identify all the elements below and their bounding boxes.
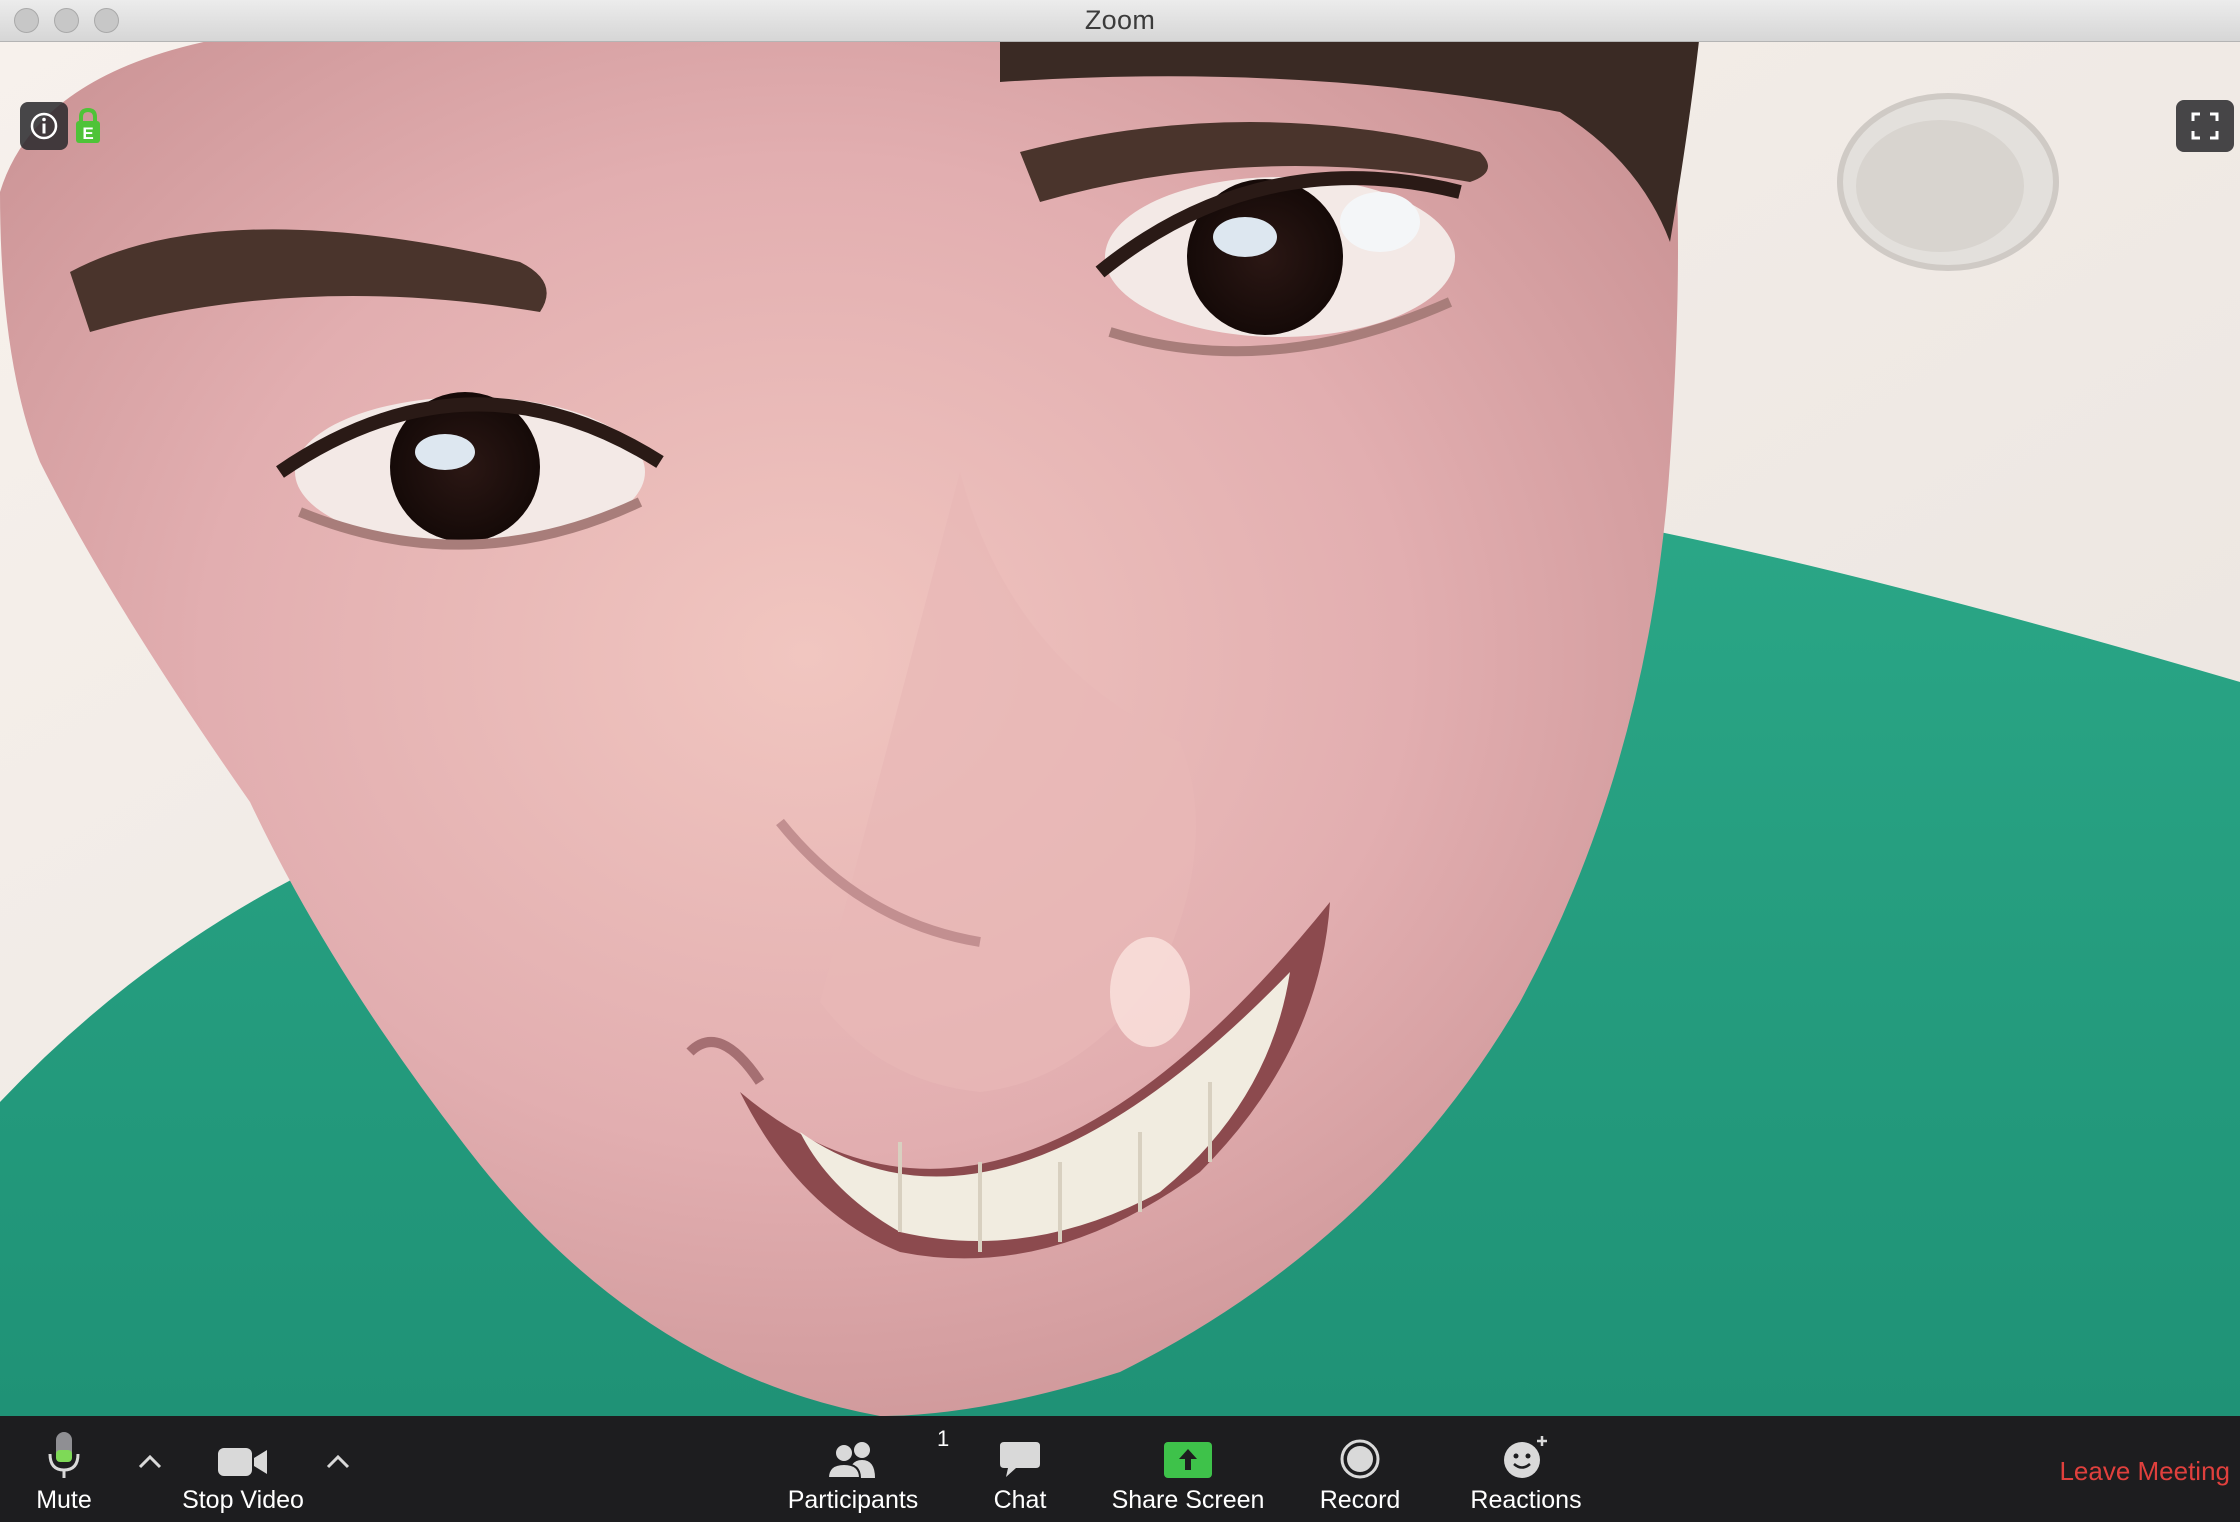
mute-button[interactable]: Mute [14,1416,114,1522]
stop-video-label: Stop Video [182,1486,304,1514]
meeting-info-button[interactable] [20,102,68,150]
people-icon [827,1442,875,1479]
minimize-window-button[interactable] [54,8,79,33]
close-window-button[interactable] [14,8,39,33]
smiley-plus-icon [1504,1436,1547,1478]
share-screen-arrow-icon [1164,1442,1212,1478]
mute-label: Mute [36,1486,92,1514]
share-screen-label: Share Screen [1111,1486,1265,1514]
title-bar: Zoom [0,0,2240,42]
video-options-chevron-up-icon[interactable] [324,1452,352,1472]
leave-meeting-button[interactable]: Leave Meeting [2030,1456,2230,1487]
window-title: Zoom [1084,5,1156,35]
participants-count: 1 [937,1426,950,1451]
share-screen-button[interactable]: Share Screen [1110,1416,1266,1522]
participants-button[interactable]: 1 Participants [778,1416,950,1522]
zoom-window: Zoom E Mute Stop Video 1 Participants Ch… [0,0,2240,1522]
participants-label: Participants [787,1486,919,1514]
window-controls [14,8,119,33]
reactions-label: Reactions [1470,1486,1582,1514]
lock-letter: E [82,124,93,143]
info-icon [30,112,58,140]
chat-bubble-icon [1000,1442,1040,1477]
reactions-button[interactable]: Reactions [1466,1416,1586,1522]
microphone-icon [48,1432,80,1478]
lock-icon: E [76,108,100,143]
fullscreen-icon [2191,112,2219,140]
record-circle-icon [1340,1439,1380,1479]
audio-options-chevron-up-icon[interactable] [136,1452,164,1472]
video-feed: E [0,42,2240,1416]
record-label: Record [1319,1486,1401,1514]
encryption-lock-badge[interactable]: E [74,108,102,144]
meeting-toolbar: Mute Stop Video 1 Participants Chat Shar… [0,1416,2240,1522]
participant-video-image [0,42,2240,1416]
record-button[interactable]: Record [1310,1416,1410,1522]
zoom-window-button[interactable] [94,8,119,33]
chat-button[interactable]: Chat [970,1416,1070,1522]
video-camera-icon [218,1448,267,1476]
stop-video-button[interactable]: Stop Video [170,1416,316,1522]
chat-label: Chat [993,1486,1047,1514]
fullscreen-button[interactable] [2176,100,2234,152]
